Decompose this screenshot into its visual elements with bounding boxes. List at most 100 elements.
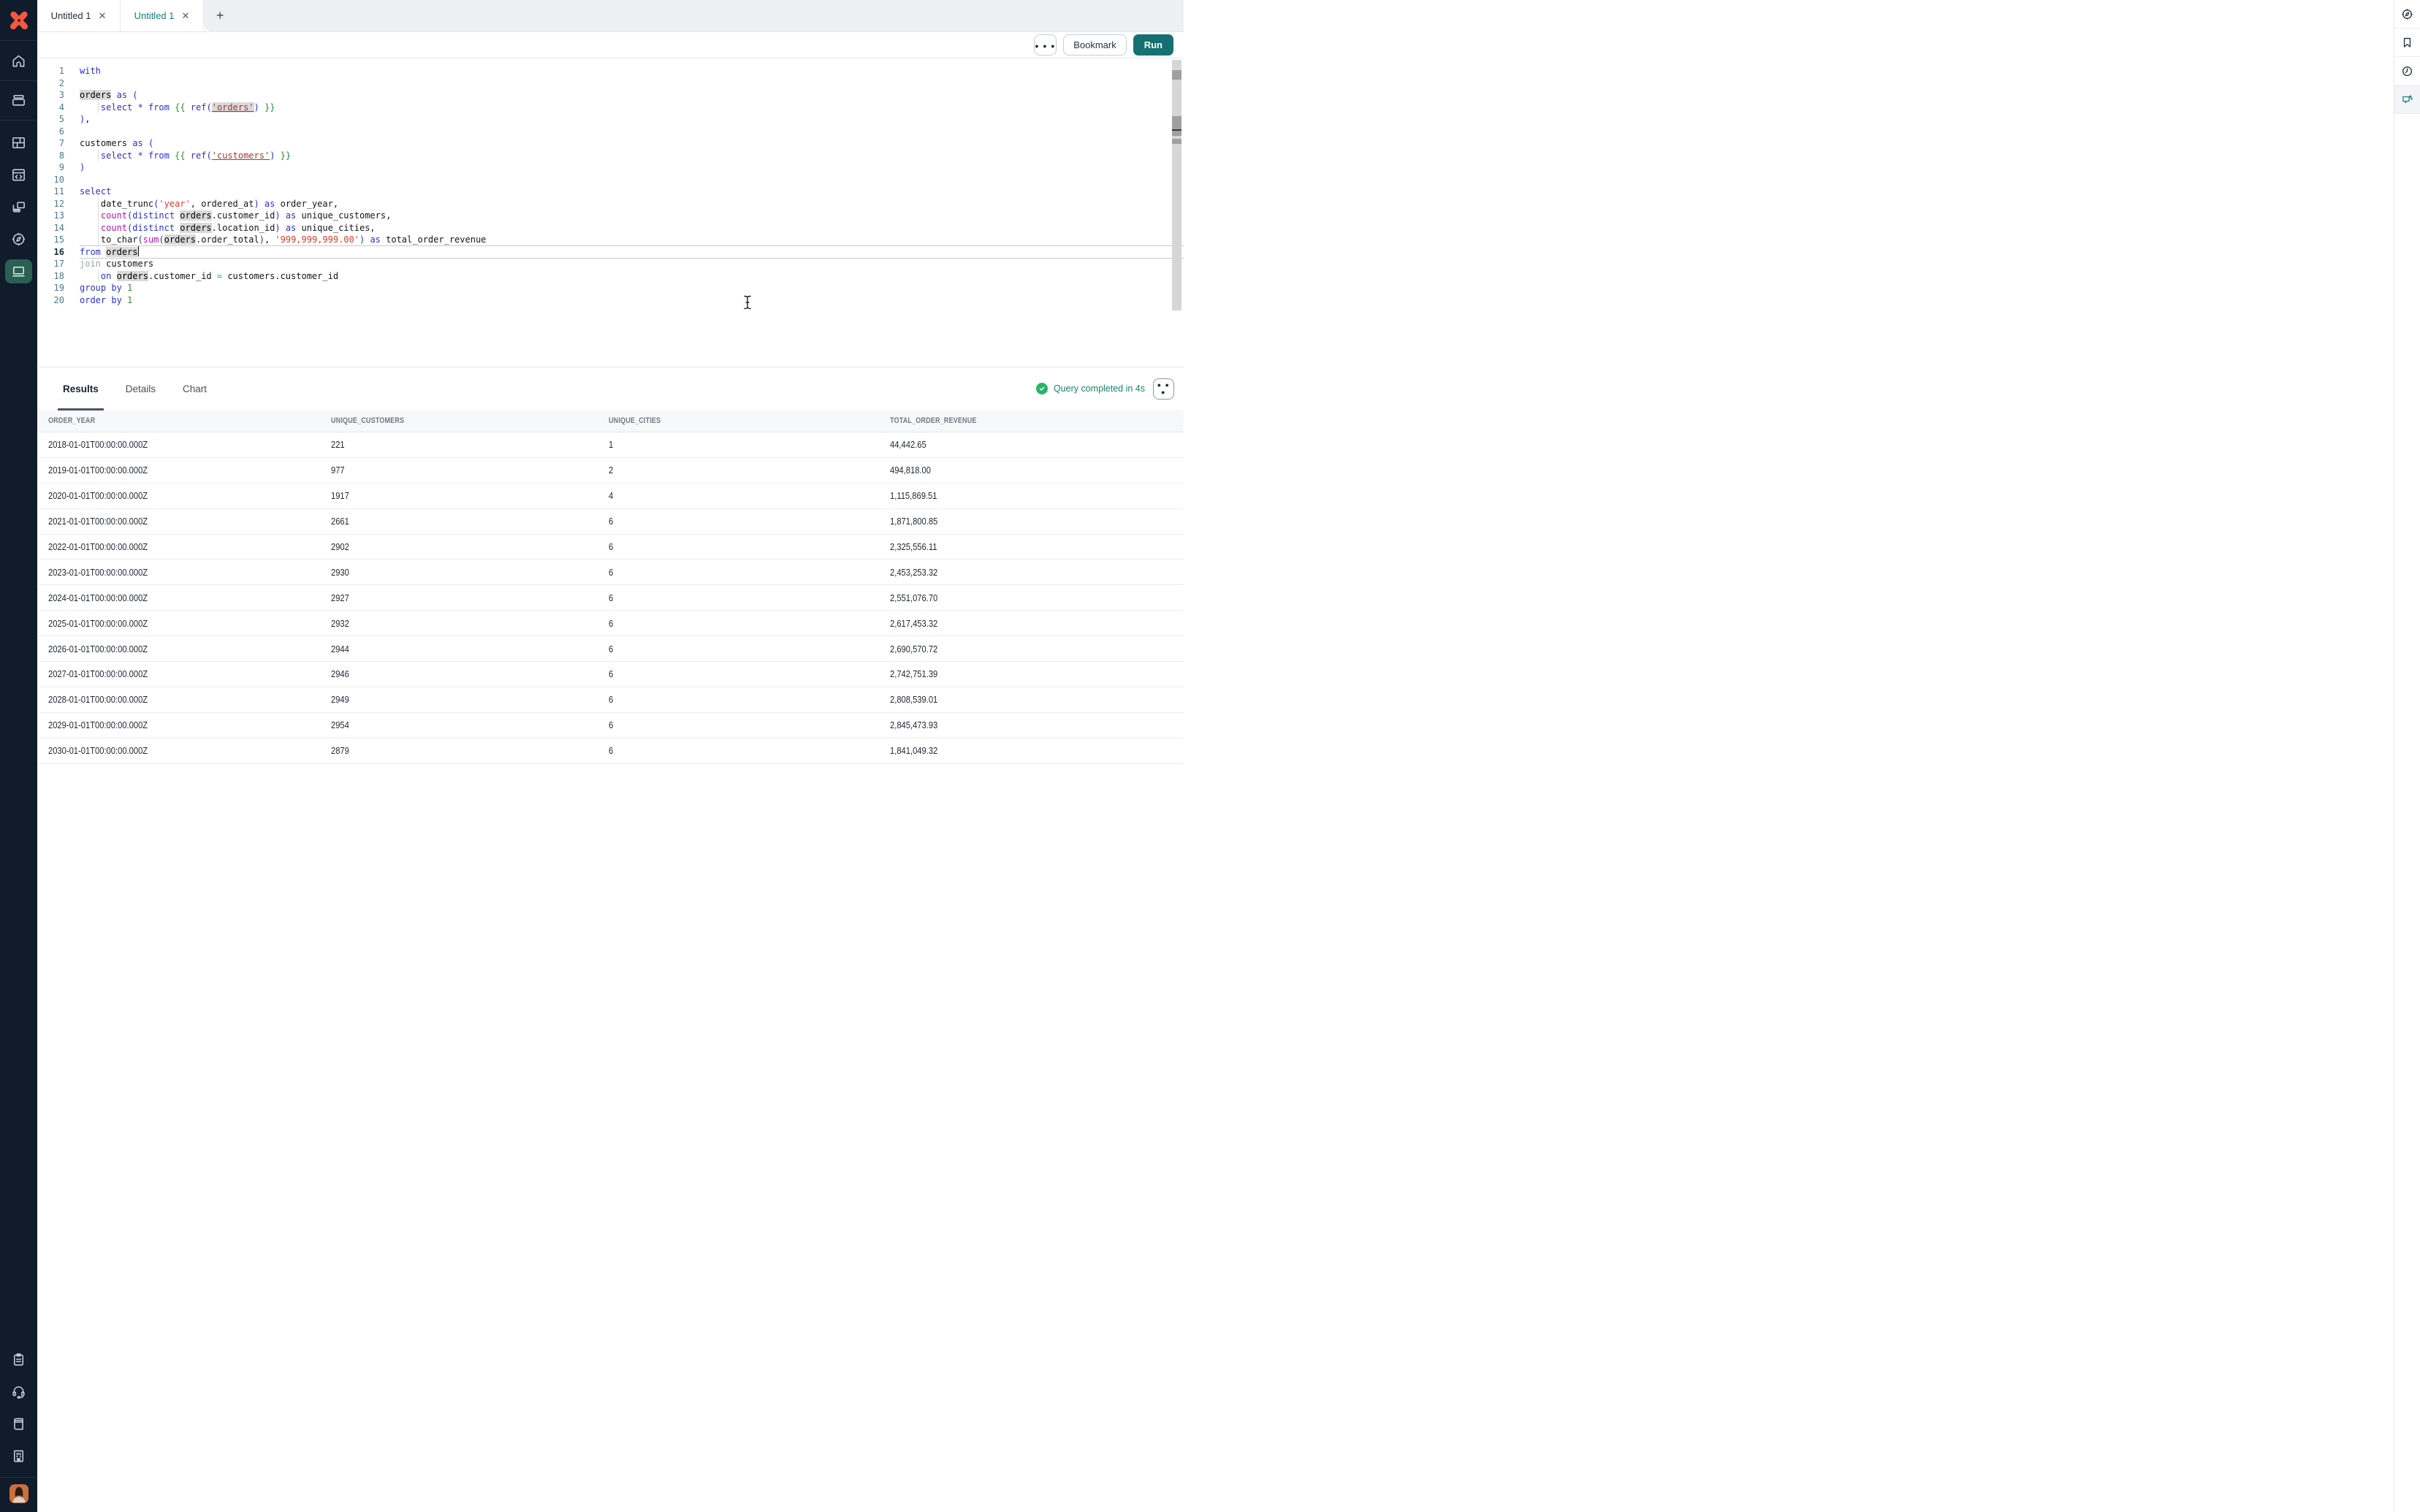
code-line[interactable]: ), — [80, 113, 1184, 126]
sidebar-item-app-windows[interactable] — [0, 191, 37, 223]
table-cell: 2879 — [325, 745, 603, 756]
table-cell: 2,325,556.11 — [884, 541, 1184, 552]
tab-label: Untitled 1 — [134, 10, 175, 21]
document-tab[interactable]: Untitled 1 ✕ — [121, 0, 204, 31]
scrollbar-thumb[interactable] — [1172, 70, 1182, 80]
sidebar-item-dashboard-grid[interactable] — [0, 126, 37, 159]
table-row[interactable]: 2029-01-01T00:00:00.000Z295462,845,473.9… — [37, 713, 1184, 738]
code-line[interactable]: to_char(sum(orders.order_total), '999,99… — [80, 234, 1184, 246]
code-line[interactable]: select — [80, 186, 1184, 198]
sidebar-item-code-window[interactable] — [0, 159, 37, 191]
table-row[interactable]: 2019-01-01T00:00:00.000Z9772494,818.00 — [37, 458, 1184, 484]
ai-assistant-icon — [2400, 93, 2414, 107]
column-header[interactable]: TOTAL_ORDER_REVENUE — [884, 416, 1184, 425]
table-row[interactable]: 2020-01-01T00:00:00.000Z191741,115,869.5… — [37, 484, 1184, 509]
gutter-line-number: 13 — [37, 210, 64, 222]
gutter-line-number: 20 — [37, 294, 64, 307]
more-options-button[interactable]: ● ● ● — [1034, 34, 1057, 56]
table-cell: 2932 — [325, 618, 603, 629]
code-line[interactable]: ) — [80, 161, 1184, 174]
table-cell: 221 — [325, 439, 603, 450]
column-header[interactable]: UNIQUE_CUSTOMERS — [325, 416, 603, 425]
table-row[interactable]: 2021-01-01T00:00:00.000Z266161,871,800.8… — [37, 509, 1184, 535]
table-cell: 2,742,751.39 — [884, 668, 1184, 679]
code-line[interactable]: from orders — [80, 246, 1184, 259]
sidebar-item-clipboard[interactable] — [0, 1343, 37, 1375]
close-icon[interactable]: ✕ — [99, 11, 107, 20]
user-avatar[interactable] — [9, 1484, 28, 1503]
code-line[interactable]: on orders.customer_id = customers.custom… — [80, 270, 1184, 283]
results-more-button[interactable]: ● ● ● — [1153, 378, 1174, 400]
new-tab-button[interactable]: + — [216, 8, 224, 23]
table-cell: 1,841,049.32 — [884, 745, 1184, 756]
table-cell: 6 — [603, 541, 884, 552]
right-rail-item-compass[interactable] — [2394, 0, 2420, 28]
table-row[interactable]: 2026-01-01T00:00:00.000Z294462,690,570.7… — [37, 636, 1184, 662]
table-row[interactable]: 2018-01-01T00:00:00.000Z221144,442.65 — [37, 432, 1184, 458]
code-line[interactable] — [80, 126, 1184, 138]
sidebar-item-compass[interactable] — [0, 223, 37, 255]
table-cell: 2019-01-01T00:00:00.000Z — [42, 465, 325, 476]
code-line[interactable]: orders as ( — [80, 89, 1184, 102]
table-row[interactable]: 2023-01-01T00:00:00.000Z293062,453,253.3… — [37, 560, 1184, 585]
editor-scrollbar[interactable] — [1172, 60, 1182, 310]
code-line[interactable]: customers as ( — [80, 137, 1184, 150]
tabbar-background: + — [204, 0, 1184, 31]
code-line[interactable] — [80, 77, 1184, 90]
sidebar-item-support-headset[interactable] — [0, 1375, 37, 1408]
table-cell: 6 — [603, 719, 884, 730]
code-line[interactable]: join customers — [80, 258, 1184, 270]
sidebar-item-organization-building[interactable] — [0, 1440, 37, 1472]
sidebar-item-home[interactable] — [0, 40, 37, 80]
table-cell: 6 — [603, 567, 884, 578]
cell-toolbar: ● ● ● Bookmark Run — [37, 32, 1184, 58]
code-line[interactable]: group by 1 — [80, 282, 1184, 294]
sql-editor[interactable]: 1234567891011121314151617181920 withorde… — [37, 58, 1184, 367]
gutter-line-number: 16 — [37, 246, 64, 259]
column-header[interactable]: UNIQUE_CITIES — [603, 416, 884, 425]
code-line[interactable]: select * from {{ ref('orders') }} — [80, 102, 1184, 114]
results-tab-chart[interactable]: Chart — [183, 367, 207, 411]
right-sidebar — [2394, 0, 2420, 1512]
table-row[interactable]: 2027-01-01T00:00:00.000Z294662,742,751.3… — [37, 662, 1184, 687]
table-cell: 1 — [603, 439, 884, 450]
table-cell: 2954 — [325, 719, 603, 730]
run-button[interactable]: Run — [1133, 34, 1173, 56]
gutter-line-number: 8 — [37, 150, 64, 162]
column-header[interactable]: ORDER_YEAR — [42, 416, 325, 425]
query-status: Query completed in 4s — [1036, 383, 1145, 394]
right-rail-item-history-clock[interactable] — [2394, 57, 2420, 85]
right-rail-item-bookmark[interactable] — [2394, 28, 2420, 57]
results-tab-details[interactable]: Details — [126, 367, 156, 411]
code-line[interactable] — [80, 174, 1184, 186]
code-line[interactable]: order by 1 — [80, 294, 1184, 307]
table-row[interactable]: 2025-01-01T00:00:00.000Z293262,617,453.3… — [37, 611, 1184, 636]
results-tab-results[interactable]: Results — [63, 367, 99, 411]
code-line[interactable]: with — [80, 65, 1184, 77]
bookmark-button[interactable]: Bookmark — [1063, 34, 1127, 56]
gutter-line-number: 1 — [37, 65, 64, 77]
table-cell: 2,808,539.01 — [884, 694, 1184, 705]
hex-logo[interactable] — [0, 0, 37, 40]
table-row[interactable]: 2028-01-01T00:00:00.000Z294962,808,539.0… — [37, 687, 1184, 713]
sidebar-item-archive-drawer[interactable] — [0, 80, 37, 121]
table-cell: 2021-01-01T00:00:00.000Z — [42, 516, 325, 527]
table-cell: 2027-01-01T00:00:00.000Z — [42, 668, 325, 679]
sidebar-item-docs-book[interactable] — [0, 1408, 37, 1440]
table-row[interactable]: 2024-01-01T00:00:00.000Z292762,551,076.7… — [37, 585, 1184, 611]
close-icon[interactable]: ✕ — [182, 11, 190, 20]
code-line[interactable]: date_trunc('year', ordered_at) as order_… — [80, 198, 1184, 210]
code-line[interactable]: select * from {{ ref('customers') }} — [80, 150, 1184, 162]
code-line[interactable]: count(distinct orders.customer_id) as un… — [80, 210, 1184, 222]
table-row[interactable]: 2030-01-01T00:00:00.000Z287961,841,049.3… — [37, 738, 1184, 764]
sidebar-item-computer-terminal[interactable] — [0, 255, 37, 287]
code-line[interactable]: count(distinct orders.location_id) as un… — [80, 222, 1184, 234]
table-row[interactable]: 2022-01-01T00:00:00.000Z290262,325,556.1… — [37, 535, 1184, 560]
table-cell: 2,845,473.93 — [884, 719, 1184, 730]
table-cell: 6 — [603, 745, 884, 756]
gutter-line-number: 15 — [37, 234, 64, 246]
table-cell: 2 — [603, 465, 884, 476]
document-tab[interactable]: Untitled 1 ✕ — [37, 0, 121, 31]
editor-code-area[interactable]: with orders as ( select * from {{ ref('or… — [80, 65, 1184, 367]
right-rail-item-ai-assistant[interactable] — [2394, 85, 2420, 114]
